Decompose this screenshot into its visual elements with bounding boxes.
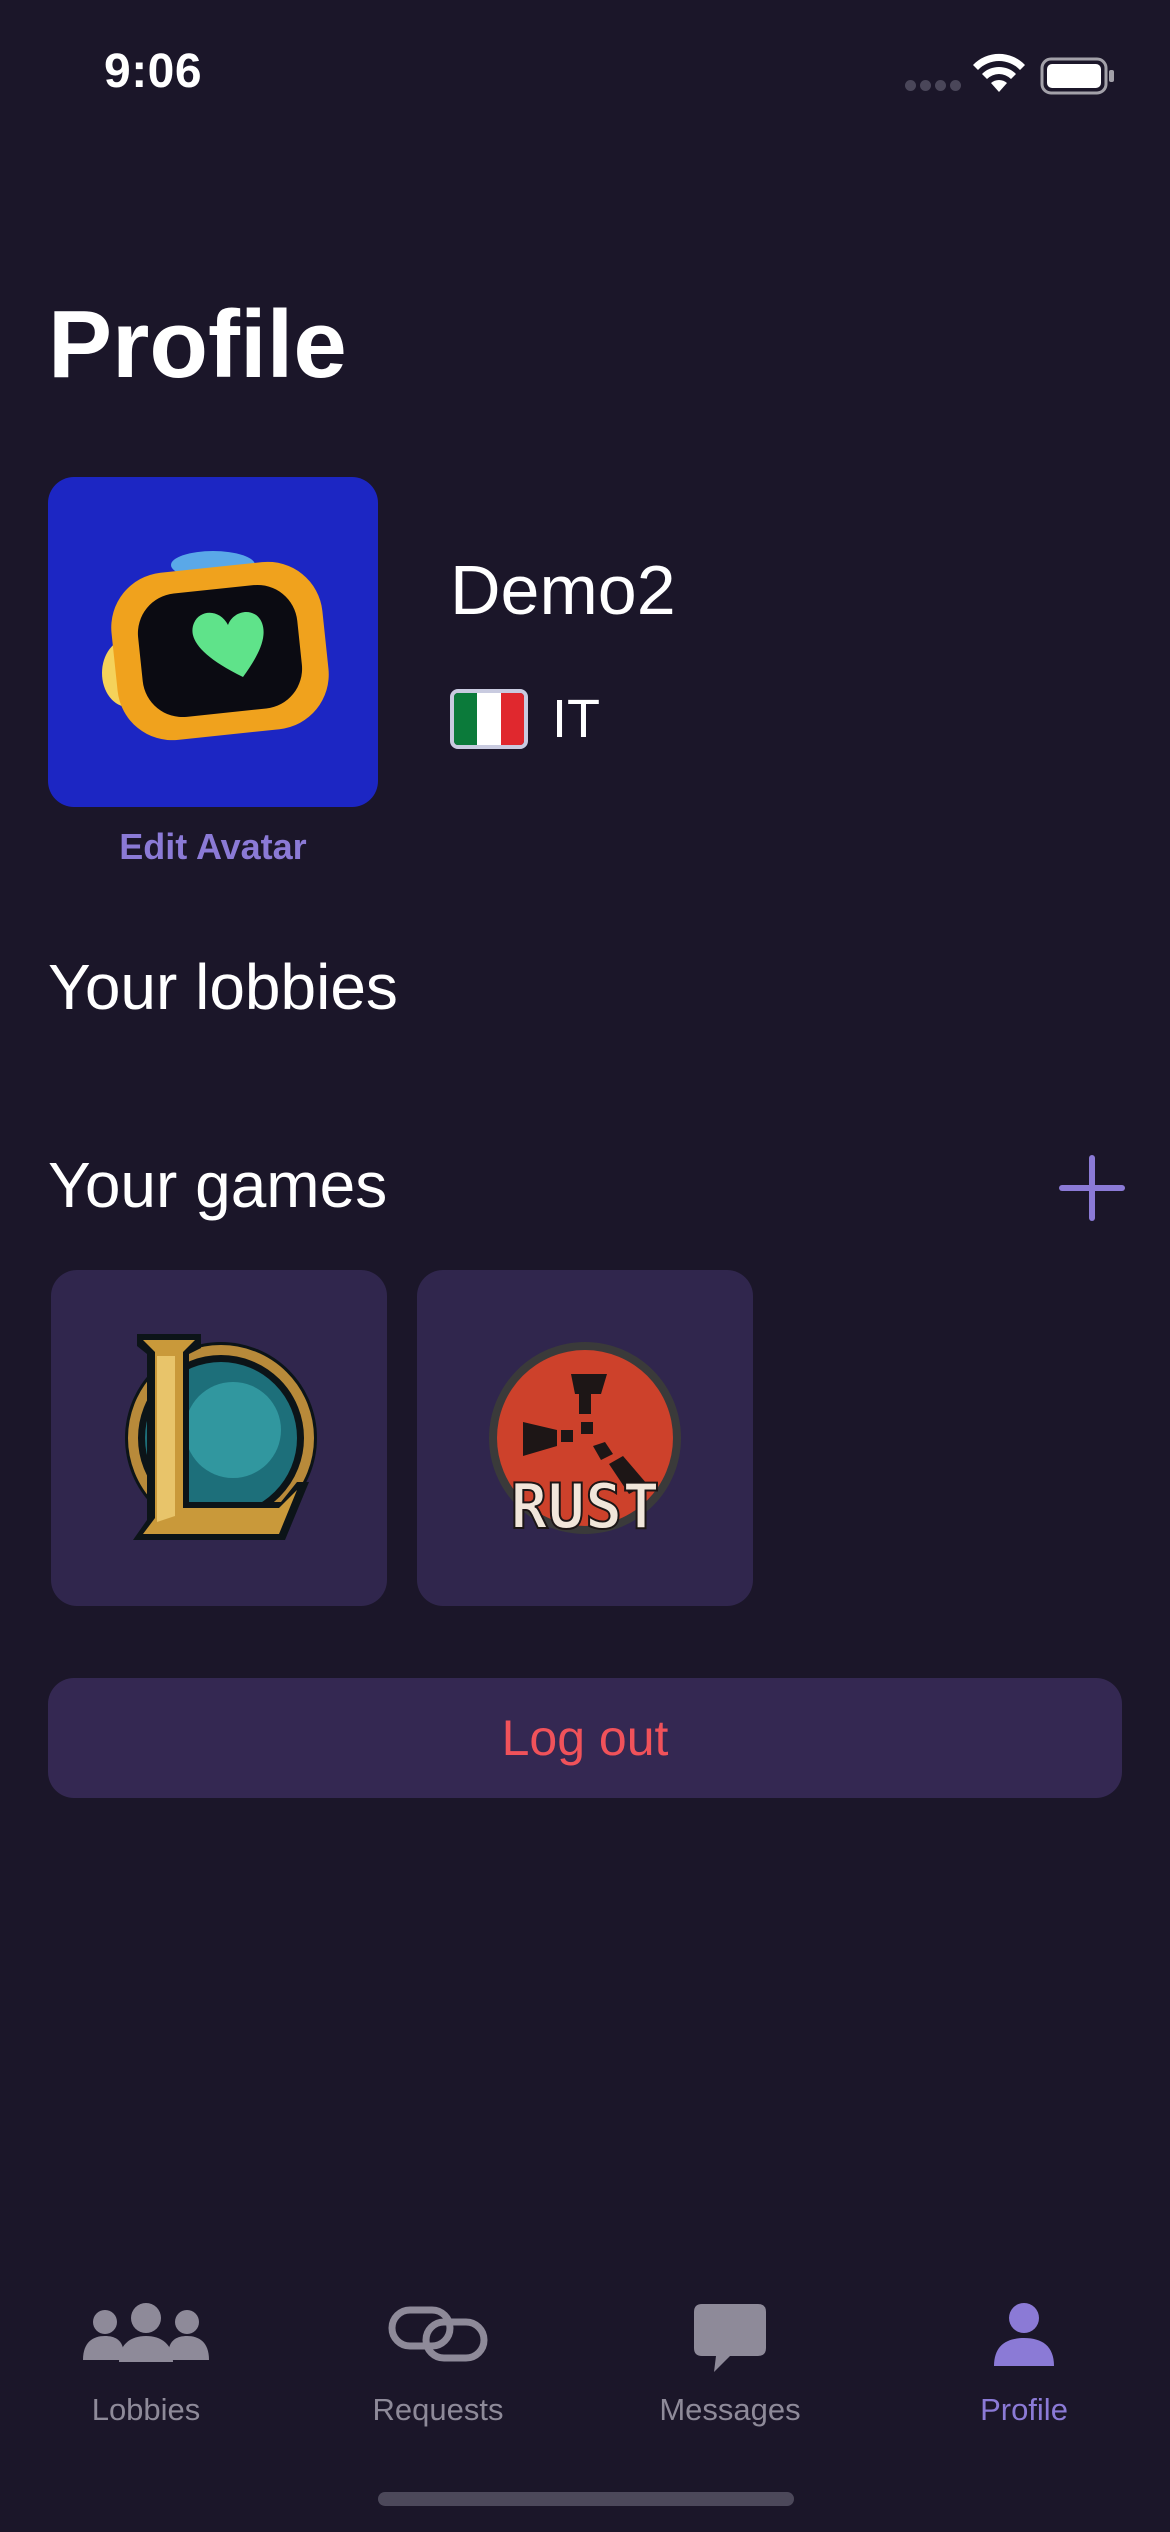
game-card[interactable] — [51, 1270, 387, 1606]
tab-label: Requests — [372, 2392, 504, 2427]
game-card[interactable]: RUST — [417, 1270, 753, 1606]
link-icon — [388, 2306, 488, 2362]
person-icon — [994, 2303, 1054, 2366]
games-section-title: Your games — [48, 1149, 388, 1221]
tab-label: Lobbies — [91, 2392, 201, 2427]
league-of-legends-icon — [125, 1334, 317, 1540]
country-row: IT — [450, 688, 600, 750]
chat-bubble-icon — [694, 2304, 766, 2372]
status-time: 9:06 — [104, 45, 203, 98]
tab-label: Messages — [659, 2392, 801, 2427]
status-bar: 9:06 — [0, 0, 1170, 150]
tab-profile[interactable]: Profile — [878, 2280, 1170, 2440]
robot-avatar-icon — [102, 551, 329, 741]
tab-requests[interactable]: Requests — [292, 2280, 584, 2440]
tab-label: Profile — [980, 2392, 1068, 2427]
tab-bar: Lobbies Requests Messages Profile — [0, 2280, 1170, 2440]
italy-flag-icon — [450, 689, 528, 749]
page-title: Profile — [48, 291, 347, 398]
rust-icon: RUST — [489, 1342, 681, 1544]
username: Demo2 — [450, 551, 676, 629]
wifi-icon — [973, 53, 1025, 92]
lobbies-section-title: Your lobbies — [48, 951, 398, 1023]
group-icon — [83, 2303, 209, 2362]
cellular-signal-icon — [905, 80, 961, 94]
add-game-button[interactable] — [1056, 1152, 1128, 1224]
tab-messages[interactable]: Messages — [584, 2280, 876, 2440]
logout-button[interactable]: Log out — [48, 1678, 1122, 1798]
battery-icon — [1040, 57, 1114, 95]
country-code: IT — [552, 689, 600, 749]
avatar[interactable] — [48, 477, 378, 807]
tab-lobbies[interactable]: Lobbies — [0, 2280, 292, 2440]
svg-text:RUST: RUST — [510, 1470, 659, 1543]
edit-avatar-link[interactable]: Edit Avatar — [48, 826, 378, 868]
home-indicator — [378, 2492, 794, 2506]
